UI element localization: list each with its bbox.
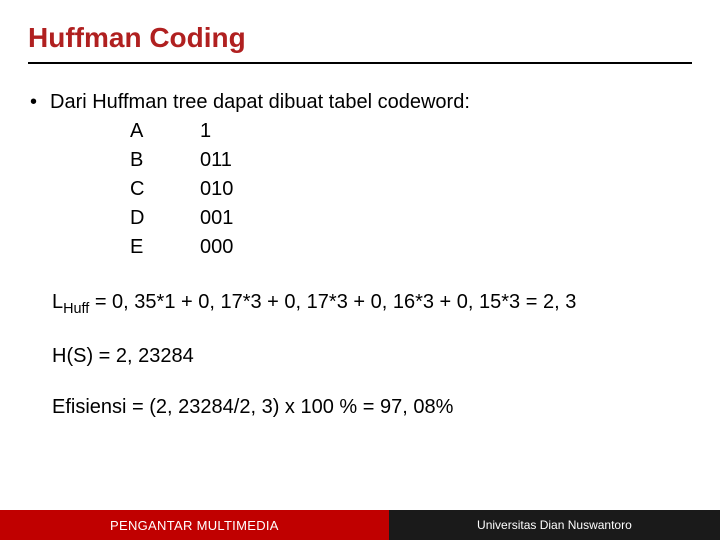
code-cell: 001 [200,204,233,233]
table-row: B 011 [130,146,692,175]
table-row: A 1 [130,117,692,146]
codeword-table: A 1 B 011 C 010 D 001 [130,117,692,262]
symbol-cell: D [130,204,200,233]
table-row: E 000 [130,233,692,262]
formula-L-subscript: Huff [63,301,89,317]
title-underline [28,62,692,64]
footer-right: Universitas Dian Nuswantoro [389,510,720,540]
slide: Huffman Coding Dari Huffman tree dapat d… [0,0,720,540]
formula-L-prefix: L [52,291,63,313]
symbol-cell: E [130,233,200,262]
footer: PENGANTAR MULTIMEDIA Universitas Dian Nu… [0,510,720,540]
table-row: D 001 [130,204,692,233]
formula-block: LHuff = 0, 35*1 + 0, 17*3 + 0, 17*3 + 0,… [52,288,692,422]
code-cell: 011 [200,146,232,175]
slide-title: Huffman Coding [28,22,692,60]
bullet-icon [28,88,50,117]
formula-L: LHuff = 0, 35*1 + 0, 17*3 + 0, 17*3 + 0,… [52,288,692,320]
symbol-cell: C [130,175,200,204]
symbol-cell: A [130,117,200,146]
slide-body: Dari Huffman tree dapat dibuat tabel cod… [28,88,692,422]
table-row: C 010 [130,175,692,204]
symbol-cell: B [130,146,200,175]
code-cell: 1 [200,117,211,146]
footer-left: PENGANTAR MULTIMEDIA [0,510,389,540]
formula-H: H(S) = 2, 23284 [52,342,692,371]
formula-efficiency: Efisiensi = (2, 23284/2, 3) x 100 % = 97… [52,393,692,422]
lead-text: Dari Huffman tree dapat dibuat tabel cod… [50,88,692,117]
bullet-item: Dari Huffman tree dapat dibuat tabel cod… [28,88,692,262]
code-cell: 010 [200,175,233,204]
formula-L-rest: = 0, 35*1 + 0, 17*3 + 0, 17*3 + 0, 16*3 … [89,291,576,313]
code-cell: 000 [200,233,233,262]
